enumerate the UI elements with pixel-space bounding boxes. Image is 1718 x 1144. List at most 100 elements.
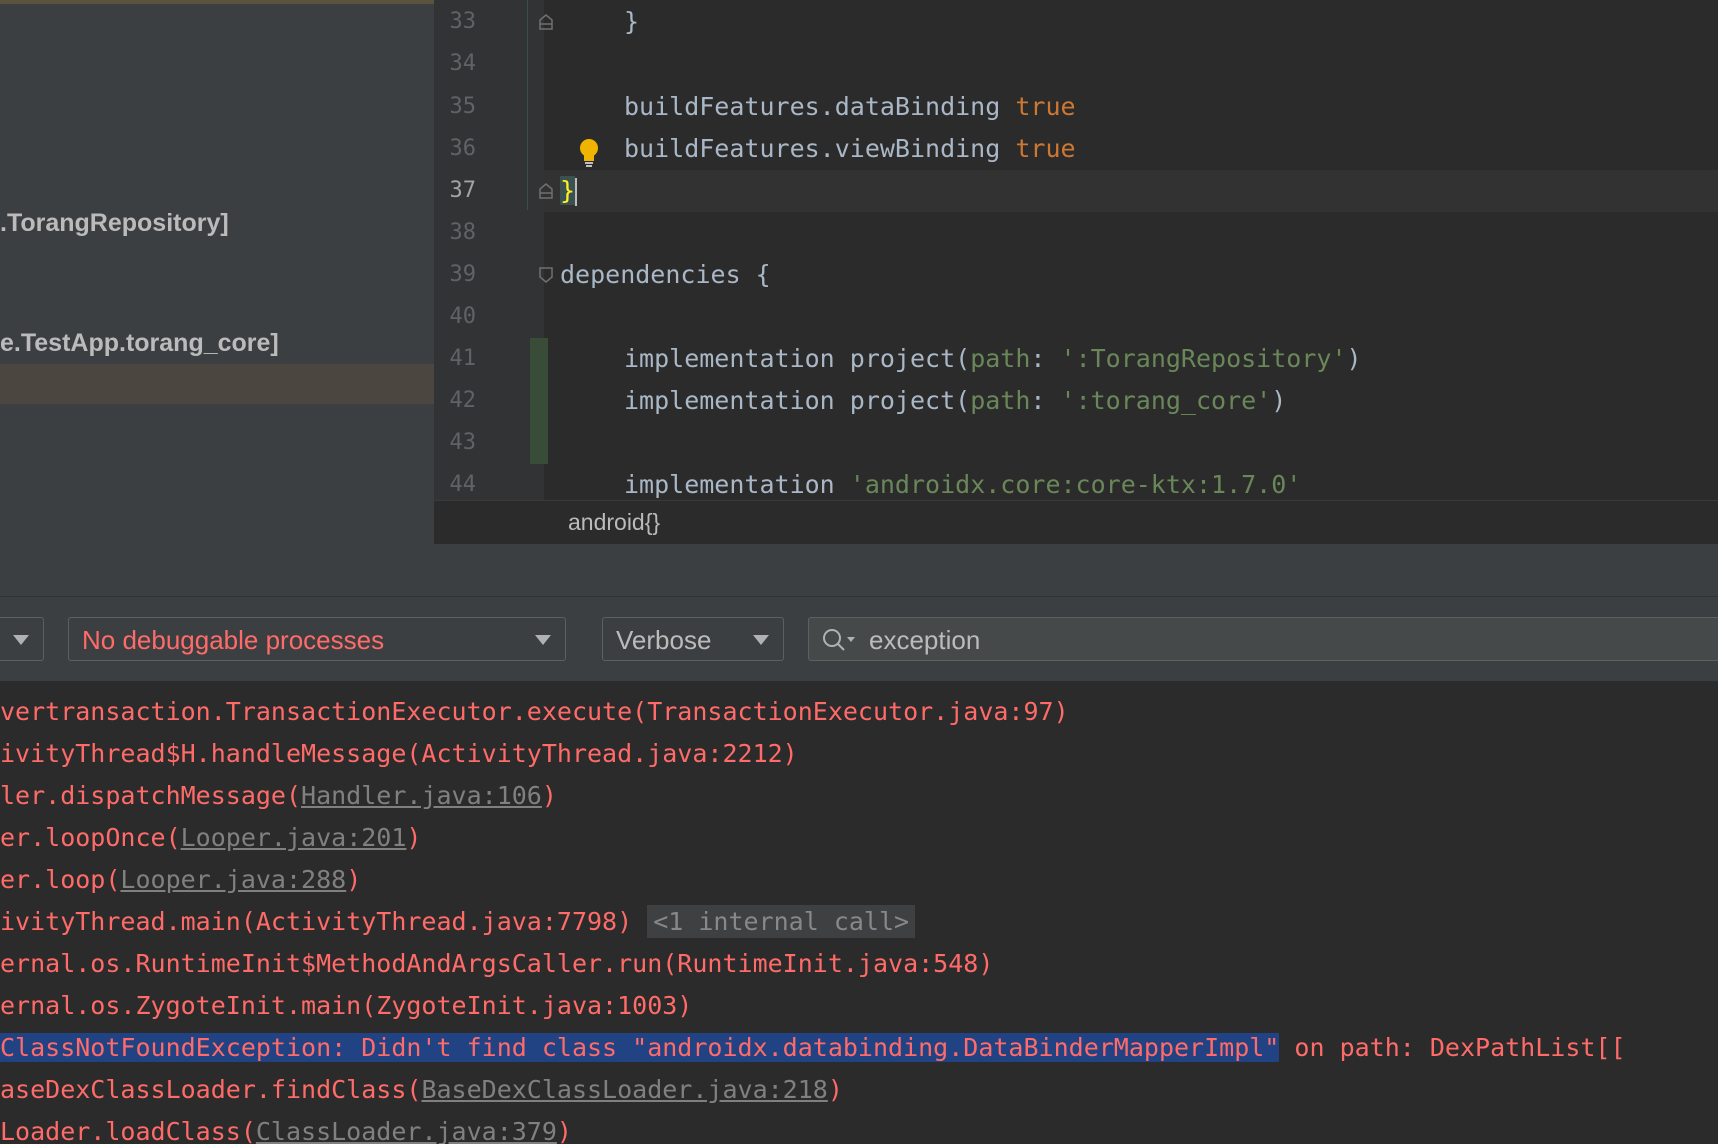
fold-end-icon[interactable]	[539, 14, 553, 30]
logcat-toolbar: No debuggable processes Verbose exceptio…	[0, 597, 1718, 681]
breadcrumb-item[interactable]: android{}	[568, 509, 660, 536]
line-number: 39	[449, 262, 477, 287]
string-literal: ':TorangRepository'	[1060, 344, 1347, 373]
fold-start-icon[interactable]	[539, 267, 553, 283]
tree-item-torang-repository[interactable]: .TorangRepository]	[0, 209, 229, 238]
log-level-dropdown[interactable]: Verbose	[602, 617, 784, 661]
internal-call-fold[interactable]: <1 internal call>	[647, 905, 916, 938]
process-dropdown-label: No debuggable processes	[82, 625, 385, 655]
tool-window-splitter[interactable]	[0, 544, 1718, 597]
chevron-down-icon	[753, 635, 769, 645]
log-text: aseDexClassLoader.findClass(	[0, 1075, 422, 1104]
source-link[interactable]: Looper.java:201	[181, 823, 407, 852]
project-tree-top-highlight	[0, 0, 434, 4]
device-dropdown[interactable]	[0, 617, 44, 661]
code-text: implementation	[624, 470, 850, 499]
line-number: 42	[449, 388, 477, 413]
log-line[interactable]: ler.dispatchMessage(Handler.java:106)	[0, 775, 557, 817]
line-number: 43	[449, 430, 477, 455]
log-text: )	[556, 1117, 572, 1144]
log-line[interactable]: er.loopOnce(Looper.java:201)	[0, 817, 421, 859]
log-text: Loader.loadClass(	[0, 1117, 256, 1144]
log-line[interactable]: vertransaction.TransactionExecutor.execu…	[0, 691, 1069, 733]
string-literal: 'androidx.core:core-ktx:1.7.0'	[849, 470, 1302, 499]
code-text: implementation project(	[624, 344, 971, 373]
process-dropdown[interactable]: No debuggable processes	[68, 617, 566, 661]
indent-guide	[527, 0, 528, 210]
line-number: 34	[449, 51, 477, 76]
source-link[interactable]: ClassLoader.java:379	[256, 1117, 557, 1144]
line-number: 40	[449, 304, 477, 329]
chevron-down-icon	[535, 635, 551, 645]
selected-text: ClassNotFoundException: Didn't find clas…	[0, 1033, 1280, 1062]
code-line-33[interactable]: }	[624, 1, 639, 43]
log-text: er.loop(	[0, 865, 121, 894]
code-text: )	[1346, 344, 1362, 373]
project-tree-panel: .TorangRepository] e.TestApp.torang_core…	[0, 0, 434, 544]
log-text: )	[827, 1075, 843, 1104]
closing-brace: }	[624, 7, 640, 36]
lightbulb-icon[interactable]	[578, 138, 600, 168]
string-literal: ':torang_core'	[1060, 386, 1272, 415]
code-line-36[interactable]: buildFeatures.viewBinding true	[624, 128, 1076, 170]
log-text: )	[406, 823, 422, 852]
line-number: 35	[449, 94, 477, 119]
log-line[interactable]: ernal.os.ZygoteInit.main(ZygoteInit.java…	[0, 985, 692, 1027]
log-text: ivityThread.main(ActivityThread.java:779…	[0, 907, 633, 936]
code-text: :	[1030, 344, 1061, 373]
log-line-selected[interactable]: ClassNotFoundException: Didn't find clas…	[0, 1027, 1626, 1069]
fold-end-icon[interactable]	[539, 183, 553, 199]
source-link[interactable]: Handler.java:106	[301, 781, 542, 810]
code-text: buildFeatures.dataBinding	[624, 92, 1016, 121]
line-number: 36	[449, 136, 477, 161]
logcat-search-input[interactable]: exception	[808, 617, 1718, 661]
matched-brace: }	[560, 176, 576, 205]
code-line-42[interactable]: implementation project(path: ':torang_co…	[624, 380, 1286, 422]
code-text: implementation project(	[624, 386, 971, 415]
vcs-added-marker[interactable]	[530, 338, 548, 464]
code-text: dependencies {	[560, 260, 771, 289]
tree-item-torang-core[interactable]: e.TestApp.torang_core]	[0, 329, 279, 358]
code-text: buildFeatures.viewBinding	[624, 134, 1016, 163]
keyword: true	[1015, 92, 1076, 121]
code-line-39[interactable]: dependencies {	[560, 254, 771, 296]
search-input-value: exception	[869, 625, 981, 655]
source-link[interactable]: Looper.java:288	[120, 865, 346, 894]
search-icon[interactable]	[821, 627, 857, 653]
keyword: true	[1015, 134, 1076, 163]
log-text: )	[346, 865, 362, 894]
chevron-down-icon	[13, 635, 29, 645]
log-line[interactable]: ernal.os.RuntimeInit$MethodAndArgsCaller…	[0, 943, 993, 985]
source-link[interactable]: BaseDexClassLoader.java:218	[421, 1075, 827, 1104]
log-text: on path: DexPathList[[	[1279, 1033, 1626, 1062]
code-line-37[interactable]: }	[560, 170, 578, 212]
current-line-highlight	[544, 170, 1718, 212]
line-number: 41	[449, 346, 477, 371]
tree-selected-row[interactable]	[0, 364, 434, 404]
log-line[interactable]: Loader.loadClass(ClassLoader.java:379)	[0, 1111, 572, 1144]
code-line-44[interactable]: implementation 'androidx.core:core-ktx:1…	[624, 464, 1301, 500]
log-line[interactable]: er.loop(Looper.java:288)	[0, 859, 361, 901]
named-arg: path	[970, 344, 1031, 373]
line-number: 38	[449, 220, 477, 245]
editor-gutter: 33 34 35 36 37 38 39 40 41 42 43 44	[434, 0, 553, 500]
code-line-35[interactable]: buildFeatures.dataBinding true	[624, 86, 1076, 128]
logcat-output[interactable]: vertransaction.TransactionExecutor.execu…	[0, 681, 1718, 1144]
code-text: :	[1030, 386, 1061, 415]
line-number: 44	[449, 472, 477, 497]
named-arg: path	[970, 386, 1031, 415]
code-text: )	[1271, 386, 1287, 415]
line-number-current: 37	[449, 178, 477, 203]
log-line[interactable]: ivityThread$H.handleMessage(ActivityThre…	[0, 733, 798, 775]
code-line-41[interactable]: implementation project(path: ':TorangRep…	[624, 338, 1362, 380]
log-level-label: Verbose	[616, 625, 712, 655]
log-text: er.loopOnce(	[0, 823, 181, 852]
log-line[interactable]: aseDexClassLoader.findClass(BaseDexClass…	[0, 1069, 843, 1111]
log-text: ler.dispatchMessage(	[0, 781, 302, 810]
log-line[interactable]: ivityThread.main(ActivityThread.java:779…	[0, 901, 916, 943]
text-caret	[575, 178, 578, 206]
log-text: )	[541, 781, 557, 810]
code-editor[interactable]: 33 34 35 36 37 38 39 40 41 42 43 44 } bu…	[434, 0, 1718, 500]
line-number: 33	[449, 9, 477, 34]
editor-breadcrumb-bar: android{}	[434, 500, 1718, 545]
